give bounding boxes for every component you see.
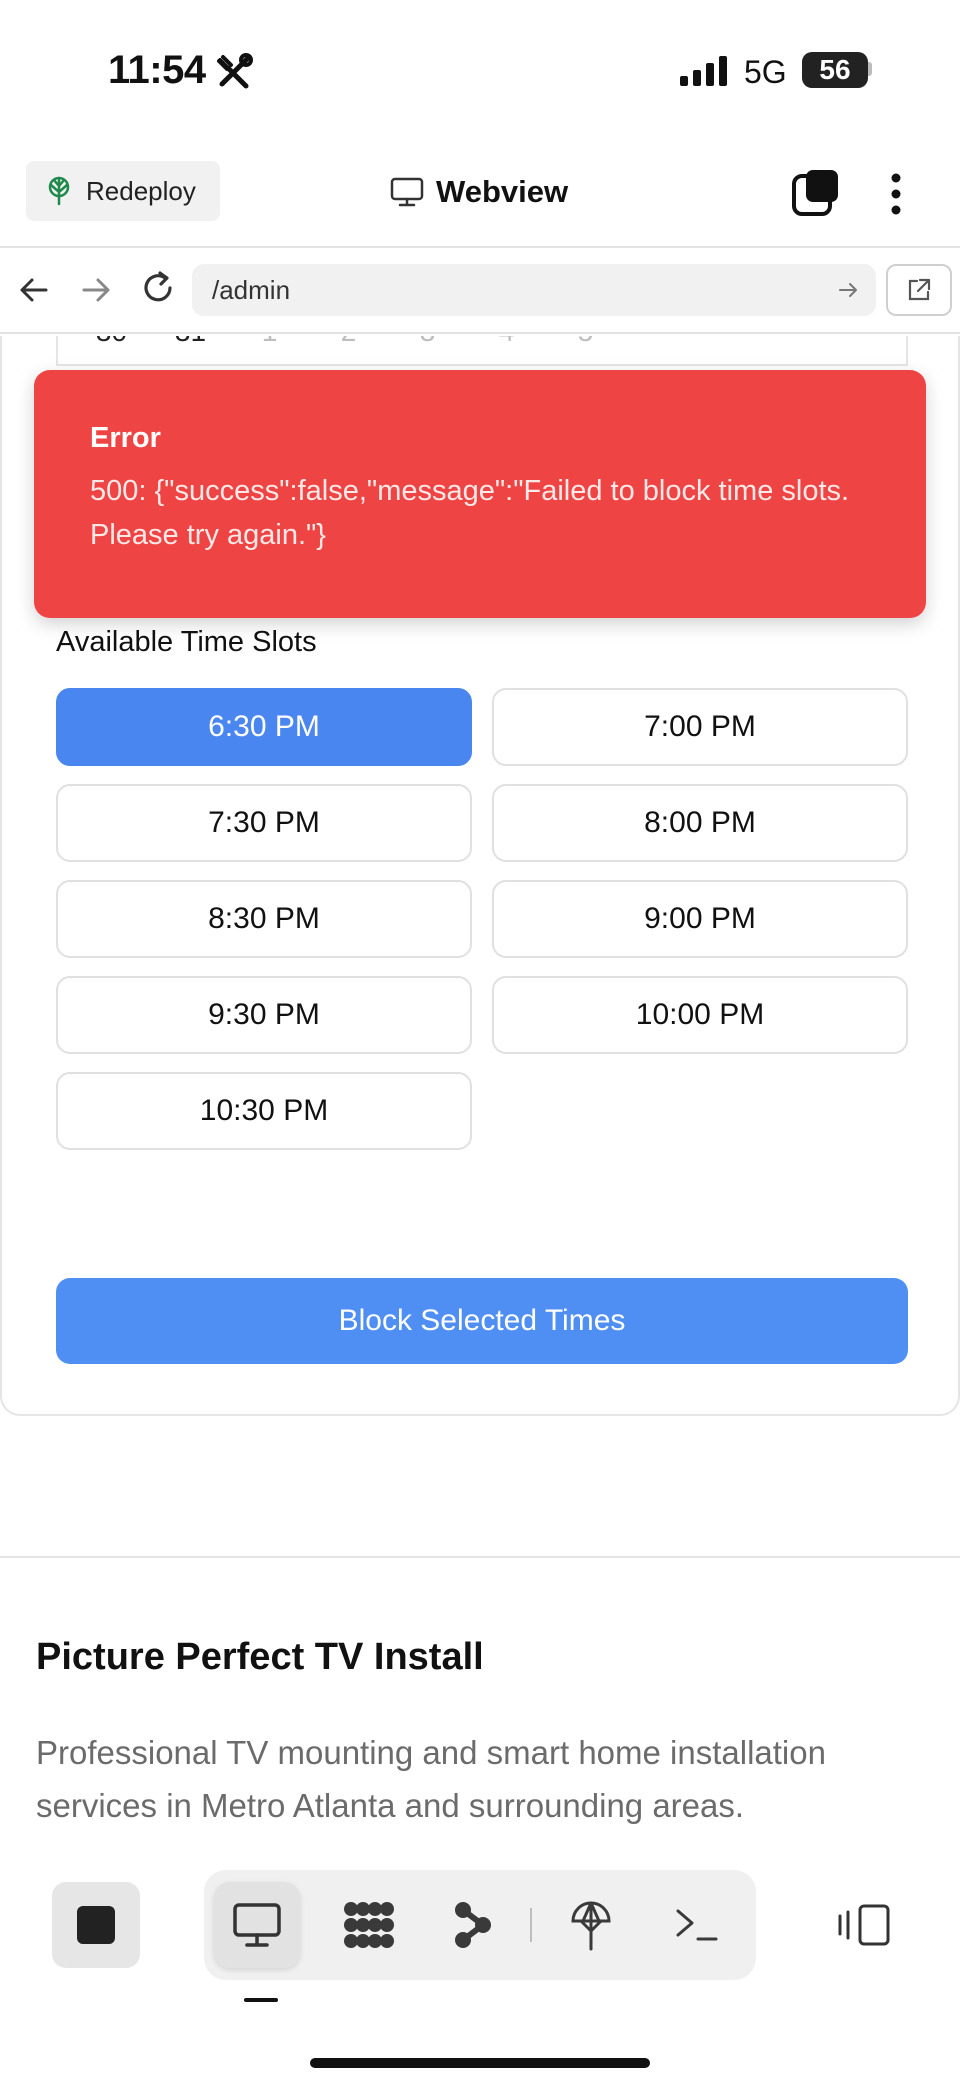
time-slot-button[interactable]: 9:30 PM (56, 976, 472, 1054)
calendar-day[interactable]: 4 (467, 336, 546, 348)
bottom-toolbar (0, 1836, 960, 2086)
calendar-day[interactable]: 30 (72, 336, 151, 348)
error-title: Error (90, 422, 161, 454)
web-content: 30 31 1 2 3 4 5 Available Time Slots 6:3… (0, 336, 960, 1836)
tool-deploy[interactable] (548, 1882, 634, 1968)
monitor-icon (390, 177, 424, 207)
tool-grid[interactable] (326, 1882, 412, 1968)
tool-separator (530, 1908, 532, 1942)
status-bar: 11:54 5G 56 (0, 0, 960, 140)
block-selected-times-button[interactable]: Block Selected Times (56, 1278, 908, 1364)
browser-nav-bar: /admin (0, 248, 960, 334)
home-indicator (310, 2058, 650, 2068)
more-options-icon[interactable] (876, 170, 916, 218)
redeploy-label: Redeploy (86, 175, 196, 206)
calendar-day[interactable]: 31 (151, 336, 230, 348)
stop-icon (77, 1906, 115, 1944)
network-type: 5G (744, 54, 787, 90)
webview-title-text: Webview (436, 174, 569, 209)
tool-webview[interactable] (214, 1882, 300, 1968)
forward-arrow-icon[interactable] (78, 272, 114, 308)
external-link-icon (908, 278, 931, 301)
deploy-tree-icon (571, 1901, 611, 1951)
panel-toggle-icon[interactable] (836, 1900, 892, 1950)
time-slot-button[interactable]: 7:00 PM (492, 688, 908, 766)
reload-icon[interactable] (138, 268, 178, 308)
time-slot-button[interactable]: 10:30 PM (56, 1072, 472, 1150)
time-slot-button[interactable]: 8:30 PM (56, 880, 472, 958)
battery-indicator: 56 (802, 52, 868, 88)
tool-branch[interactable] (430, 1882, 516, 1968)
webview-title: Webview (390, 168, 568, 216)
app-header: Redeploy Webview (0, 140, 960, 248)
calendar-day[interactable]: 3 (388, 336, 467, 348)
url-input[interactable]: /admin (192, 264, 876, 316)
redeploy-button[interactable]: Redeploy (26, 161, 220, 221)
time-slots-grid: 6:30 PM 7:00 PM 7:30 PM 8:00 PM 8:30 PM … (56, 688, 908, 1150)
calendar-day[interactable]: 1 (230, 336, 309, 348)
grid-dots-icon (344, 1902, 394, 1948)
branch-icon (455, 1902, 491, 1948)
tool-group (204, 1870, 756, 1980)
tabs-icon[interactable] (792, 168, 842, 218)
back-arrow-icon[interactable] (16, 272, 52, 308)
time-slot-button[interactable]: 7:30 PM (56, 784, 472, 862)
monitor-icon (233, 1903, 281, 1947)
error-toast[interactable]: Error 500: {"success":false,"message":"F… (34, 370, 926, 618)
footer-description: Professional TV mounting and smart home … (36, 1734, 826, 1824)
time-slots-label: Available Time Slots (56, 626, 317, 658)
go-arrow-icon[interactable] (836, 278, 860, 302)
deploy-tree-icon (48, 176, 70, 206)
tool-terminal[interactable] (654, 1882, 740, 1968)
tools-icon (217, 53, 253, 89)
error-message: 500: {"success":false,"message":"Failed … (90, 475, 850, 551)
footer-title: Picture Perfect TV Install (36, 1636, 484, 1678)
calendar-days-row: 30 31 1 2 3 4 5 (58, 336, 625, 348)
time-slot-button[interactable]: 10:00 PM (492, 976, 908, 1054)
signal-icon (680, 56, 727, 86)
open-external-button[interactable] (886, 264, 952, 316)
terminal-icon (676, 1909, 718, 1941)
stop-button[interactable] (52, 1882, 140, 1968)
calendar: 30 31 1 2 3 4 5 (56, 336, 908, 366)
status-time: 11:54 (108, 48, 206, 92)
battery-tip (868, 62, 872, 76)
calendar-day[interactable]: 5 (546, 336, 625, 348)
calendar-day[interactable]: 2 (309, 336, 388, 348)
time-slot-button[interactable]: 6:30 PM (56, 688, 472, 766)
footer-divider (0, 1556, 960, 1558)
time-slot-button[interactable]: 9:00 PM (492, 880, 908, 958)
time-slot-button[interactable]: 8:00 PM (492, 784, 908, 862)
active-tool-indicator (244, 1998, 278, 2002)
url-text: /admin (212, 274, 291, 305)
